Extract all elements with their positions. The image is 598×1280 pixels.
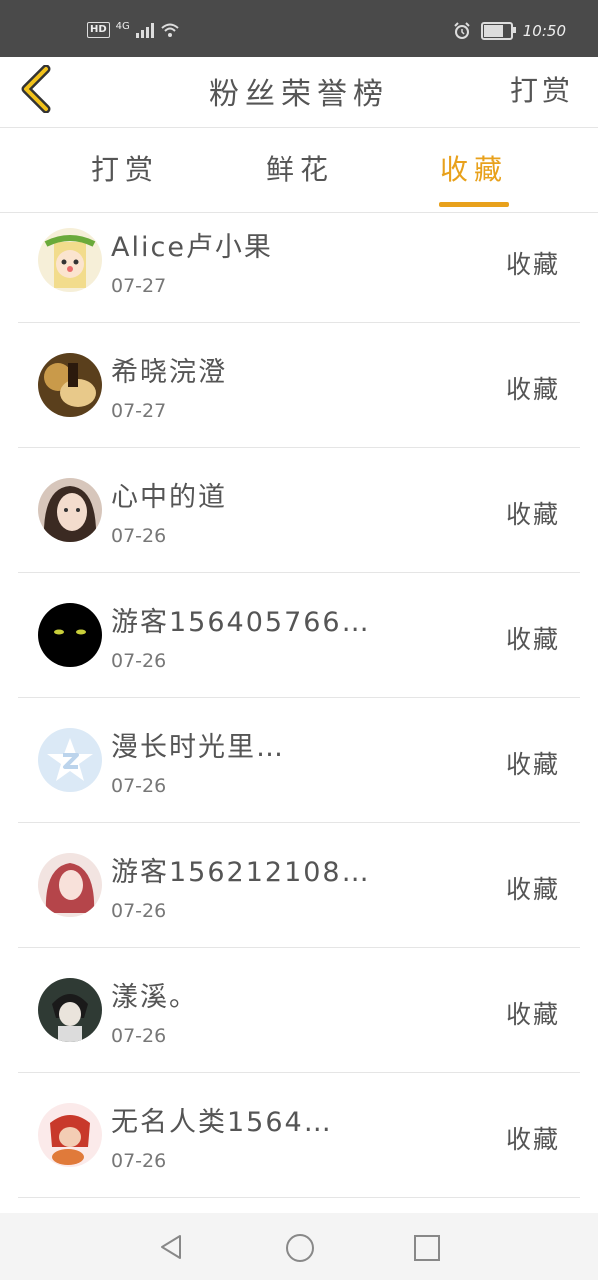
avatar (38, 353, 102, 417)
avatar (38, 728, 102, 792)
list-item[interactable]: 无名人类1564… 07-26 收藏 (18, 1073, 580, 1198)
hd-badge: HD (87, 22, 110, 38)
active-tab-indicator (439, 202, 509, 207)
avatar (38, 1103, 102, 1167)
fan-action: 收藏 (505, 750, 560, 779)
nav-recent-apps-icon[interactable] (414, 1235, 440, 1261)
list-item[interactable]: 游客156212108… 07-26 收藏 (18, 823, 580, 948)
fan-action: 收藏 (505, 500, 560, 529)
avatar (38, 478, 102, 542)
fan-name: 希晓浣澄 (111, 357, 227, 388)
nav-home-icon[interactable] (286, 1234, 314, 1262)
network-type: 4G (115, 20, 130, 32)
fan-name: Alice卢小果 (111, 232, 273, 263)
wifi-icon (161, 23, 179, 37)
status-time: 10:50 (522, 22, 566, 40)
status-right: 10:50 (453, 22, 566, 40)
status-bar: HD 4G 10:50 (0, 0, 598, 57)
list-item[interactable]: 漫长时光里… 07-26 收藏 (18, 698, 580, 823)
fan-date: 07-26 (111, 1150, 167, 1172)
avatar (38, 603, 102, 667)
nav-back-icon[interactable] (158, 1233, 184, 1261)
fan-action: 收藏 (505, 875, 560, 904)
list-item[interactable]: Alice卢小果 07-27 收藏 (18, 213, 580, 323)
fan-action: 收藏 (505, 1000, 560, 1029)
app-header: 粉丝荣誉榜 打赏 (0, 57, 598, 128)
fan-date: 07-26 (111, 1025, 167, 1047)
fan-action: 收藏 (505, 625, 560, 654)
list-item[interactable]: 漾溪。 07-26 收藏 (18, 948, 580, 1073)
fan-action: 收藏 (505, 250, 560, 279)
tab-favorites[interactable]: 收藏 (409, 148, 539, 188)
system-nav-bar (0, 1213, 598, 1280)
signal-icon (135, 22, 154, 38)
battery-icon (480, 22, 516, 40)
list-item[interactable]: 游客156405766… 07-26 收藏 (18, 573, 580, 698)
fan-date: 07-26 (111, 900, 167, 922)
list-item[interactable]: 心中的道 07-26 收藏 (18, 448, 580, 573)
fan-name: 游客156212108… (111, 857, 371, 888)
tab-flowers[interactable]: 鲜花 (235, 148, 365, 188)
fan-date: 07-27 (111, 400, 167, 422)
fan-list: Alice卢小果 07-27 收藏 希晓浣澄 07-27 收藏 心中的道 07-… (18, 213, 580, 1198)
page-title: 粉丝荣誉榜 (209, 77, 389, 112)
fan-name: 游客156405766… (111, 607, 371, 638)
avatar (38, 978, 102, 1042)
fan-name: 漾溪。 (111, 982, 198, 1013)
list-item[interactable]: 希晓浣澄 07-27 收藏 (18, 323, 580, 448)
fan-date: 07-26 (111, 650, 167, 672)
fan-action: 收藏 (505, 375, 560, 404)
fan-name: 漫长时光里… (111, 732, 285, 763)
tab-reward[interactable]: 打赏 (60, 148, 190, 188)
avatar (38, 853, 102, 917)
alarm-icon (454, 22, 470, 39)
status-left: HD 4G (87, 20, 180, 38)
avatar (38, 228, 102, 292)
fan-date: 07-26 (111, 775, 167, 797)
reward-button[interactable]: 打赏 (510, 69, 574, 109)
fan-name: 心中的道 (111, 482, 227, 513)
fan-name: 无名人类1564… (111, 1107, 333, 1138)
fan-date: 07-26 (111, 525, 167, 547)
fan-date: 07-27 (111, 275, 167, 297)
tab-bar: 打赏 鲜花 收藏 (0, 128, 598, 213)
fan-action: 收藏 (505, 1125, 560, 1154)
